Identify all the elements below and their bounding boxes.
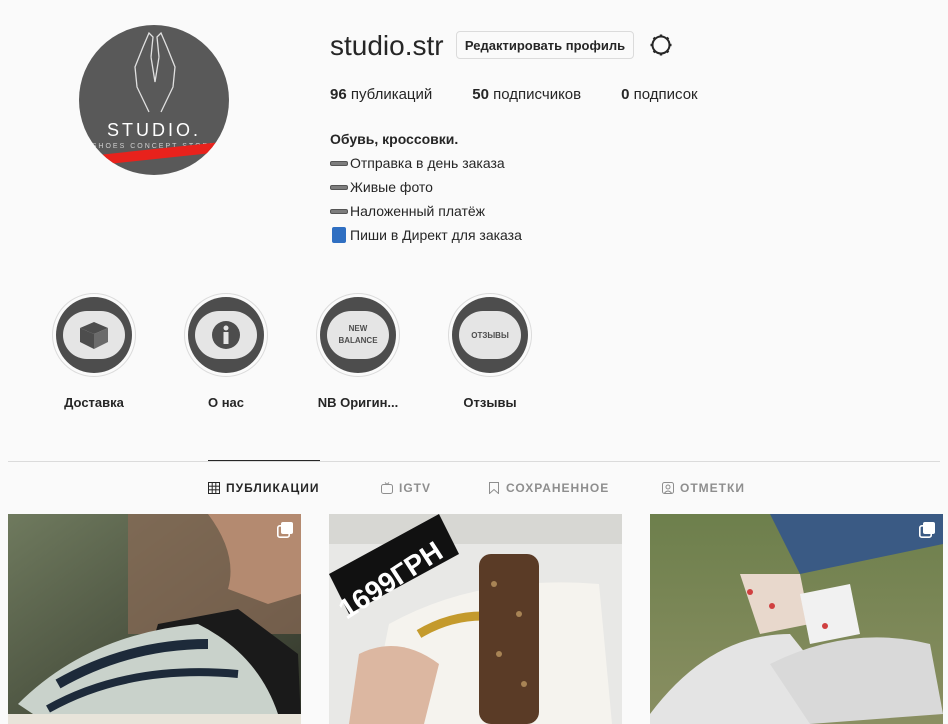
profile-stats: 96 публикаций 50 подписчиков 0 подписок [330,86,698,103]
highlight-label: О нас [207,395,245,410]
active-tab-indicator [208,460,320,461]
post-thumbnail[interactable]: 1699ГРН [329,514,622,724]
grid-icon [208,482,220,494]
bio-name: Обувь, кроссовки. [330,131,459,147]
post-image-sneaker [329,514,622,724]
highlight-label: Доставка [64,395,124,410]
profile-avatar[interactable]: STUDIO. SHOES CONCEPT STORE [79,25,229,175]
stat-posts: 96 публикаций [330,86,433,103]
tab-posts[interactable]: ПУБЛИКАЦИИ [208,481,319,495]
profile-username: studio.str [330,30,444,61]
bio-line: Пиши в Директ для заказа [330,223,522,247]
multiple-photos-icon [277,522,293,538]
profile-tabs: ПУБЛИКАЦИИ IGTV СОХРАНЕННОЕ ОТМЕТКИ [0,481,948,497]
igtv-icon [381,482,393,494]
post-image-sneaker [650,514,943,724]
tab-tagged[interactable]: ОТМЕТКИ [662,481,745,495]
dash-icon [330,160,348,166]
stat-followers[interactable]: 50 подписчиков [472,86,581,103]
post-thumbnail[interactable] [8,514,301,724]
highlight-reviews[interactable]: ОТЗЫВЫ Отзывы [448,293,532,410]
gear-icon[interactable] [649,33,673,57]
bio-line: Живые фото [330,175,522,199]
reviews-icon: ОТЗЫВЫ [459,311,521,359]
highlight-about[interactable]: О нас [184,293,268,410]
highlight-label: Отзывы [463,395,517,410]
post-image-sneaker [8,514,301,724]
section-divider [8,461,940,462]
bio-line: Наложенный платёж [330,199,522,223]
dash-icon [330,208,348,214]
new-balance-icon: NEW BALANCE [327,311,389,359]
post-thumbnail[interactable] [650,514,943,724]
edit-profile-button[interactable]: Редактировать профиль [456,31,634,59]
profile-bio: Обувь, кроссовки. Отправка в день заказа… [330,127,522,247]
tab-saved[interactable]: СОХРАНЕННОЕ [488,481,609,495]
box-icon [80,322,108,349]
info-icon [212,321,240,349]
avatar-brand-text: STUDIO. [106,120,201,140]
stat-following[interactable]: 0 подписок [621,86,697,103]
tagged-icon [662,482,674,494]
mailbox-icon [332,227,346,243]
highlight-delivery[interactable]: Доставка [52,293,136,410]
highlight-label: NB Оригин... [317,395,399,410]
bio-line: Отправка в день заказа [330,151,522,175]
dash-icon [330,184,348,190]
multiple-photos-icon [919,522,935,538]
praying-hands-icon [134,31,176,113]
tab-igtv[interactable]: IGTV [381,481,431,495]
bookmark-icon [489,482,499,494]
highlight-nb-original[interactable]: NEW BALANCE NB Оригин... [316,293,400,410]
